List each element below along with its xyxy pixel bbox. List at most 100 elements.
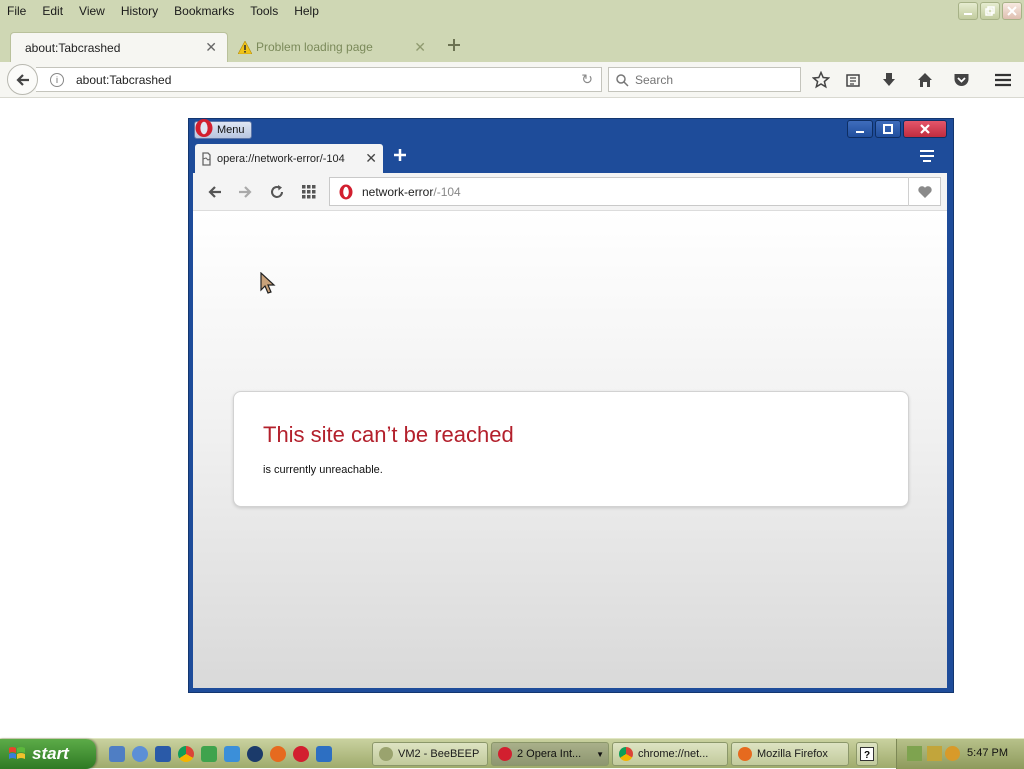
opera-address-bar[interactable]: network-error/-104: [329, 177, 941, 206]
task-label: VM2 - BeeBEEP: [398, 748, 480, 760]
beebeep-icon: [379, 747, 393, 761]
new-tab-button[interactable]: [444, 34, 464, 56]
arrow-right-icon: [239, 186, 252, 198]
url-text[interactable]: about:Tabcrashed: [76, 73, 581, 87]
opera-new-tab-button[interactable]: [393, 146, 407, 167]
reload-icon[interactable]: ↻: [581, 71, 593, 88]
search-input[interactable]: [633, 71, 793, 88]
back-button[interactable]: [7, 64, 38, 95]
hamburger-menu-icon[interactable]: [992, 69, 1014, 91]
reading-list-icon[interactable]: [842, 69, 864, 91]
quicklaunch-network-icon[interactable]: [155, 746, 171, 762]
restore-button[interactable]: [980, 2, 1000, 20]
quicklaunch-ie-icon[interactable]: [109, 746, 125, 762]
close-icon: [920, 124, 930, 134]
task-beebeep[interactable]: VM2 - BeeBEEP: [372, 742, 488, 766]
task-label: chrome://net...: [638, 748, 709, 760]
url-bar[interactable]: i about:Tabcrashed ↻: [36, 67, 602, 92]
quicklaunch-chrome-icon[interactable]: [178, 746, 194, 762]
maximize-icon: [883, 124, 893, 134]
opera-window-controls: [847, 120, 947, 138]
error-card: This site can’t be reached is currently …: [233, 391, 909, 507]
home-icon[interactable]: [914, 69, 936, 91]
opera-tab-label: opera://network-error/-104: [217, 152, 345, 165]
opera-back-button[interactable]: [205, 182, 225, 202]
heart-icon: [917, 185, 932, 198]
opera-logo-icon: [195, 119, 213, 137]
tab-problem-loading[interactable]: Problem loading page ✕: [228, 32, 436, 62]
tab-tabcrashed[interactable]: about:Tabcrashed ✕: [10, 32, 228, 62]
menu-file[interactable]: File: [7, 4, 26, 18]
help-icon: ?: [860, 747, 874, 761]
task-help[interactable]: ?: [856, 742, 878, 766]
start-label: start: [32, 744, 69, 763]
menu-tools[interactable]: Tools: [250, 4, 278, 18]
chevron-down-icon: ▼: [596, 749, 604, 759]
opera-toolbar: network-error/-104: [193, 173, 947, 211]
beebeep-tray-icon[interactable]: [927, 746, 942, 761]
menu-view[interactable]: View: [79, 4, 105, 18]
bookmark-heart-button[interactable]: [908, 177, 940, 206]
task-firefox[interactable]: Mozilla Firefox: [731, 742, 849, 766]
quicklaunch-opera-icon[interactable]: [293, 746, 309, 762]
opera-titlebar: Menu: [189, 119, 953, 141]
menu-history[interactable]: History: [121, 4, 158, 18]
tab-menu-icon[interactable]: [919, 149, 935, 166]
task-opera[interactable]: 2 Opera Int... ▼: [491, 742, 609, 766]
opera-icon: [498, 747, 512, 761]
tab-label: about:Tabcrashed: [25, 40, 121, 55]
firefox-navbar: i about:Tabcrashed ↻: [0, 62, 1024, 98]
windows-flag-icon: [9, 747, 25, 759]
taskbar: start VM2 - BeeBEEP 2 Opera Int... ▼ chr…: [0, 738, 1024, 769]
opera-tabbar: opera://network-error/-104 ✕: [193, 143, 947, 173]
close-tab-icon[interactable]: ✕: [365, 150, 377, 167]
opera-window: Menu opera://network-error/-104 ✕ networ…: [188, 118, 954, 693]
menu-edit[interactable]: Edit: [42, 4, 63, 18]
opera-tab-network-error[interactable]: opera://network-error/-104 ✕: [195, 144, 383, 173]
address-text[interactable]: network-error/-104: [362, 185, 908, 199]
minimize-button[interactable]: [958, 2, 978, 20]
bookmark-star-icon[interactable]: [810, 69, 832, 91]
task-chrome[interactable]: chrome://net...: [612, 742, 728, 766]
quicklaunch-moon-icon[interactable]: [247, 746, 263, 762]
grid-icon: [302, 185, 316, 199]
mouse-cursor-icon: [260, 272, 276, 294]
search-icon: [616, 73, 629, 87]
quicklaunch-app-icon[interactable]: [316, 746, 332, 762]
network-tray-icon[interactable]: [907, 746, 922, 761]
opera-logo-icon: [339, 184, 353, 199]
opera-reload-button[interactable]: [267, 182, 287, 202]
downloads-icon[interactable]: [878, 69, 900, 91]
svg-text:?: ?: [864, 750, 870, 761]
address-main: network-error: [362, 184, 434, 199]
info-icon[interactable]: i: [50, 72, 64, 87]
minimize-icon: [856, 131, 864, 133]
chrome-icon: [619, 747, 633, 761]
close-window-button[interactable]: [1002, 2, 1022, 20]
quicklaunch-refresh-icon[interactable]: [201, 746, 217, 762]
pocket-icon[interactable]: [950, 69, 972, 91]
plus-icon: [394, 149, 406, 161]
opera-forward-button[interactable]: [235, 182, 255, 202]
opera-page-content: This site can’t be reached is currently …: [193, 211, 947, 688]
close-tab-icon[interactable]: ✕: [414, 39, 426, 56]
quicklaunch-firefox-icon[interactable]: [270, 746, 286, 762]
quicklaunch-browser-icon[interactable]: [132, 746, 148, 762]
speed-dial-button[interactable]: [299, 182, 319, 202]
opera-menu-button[interactable]: Menu: [194, 119, 252, 139]
firefox-menubar: File Edit View History Bookmarks Tools H…: [0, 0, 1024, 22]
close-tab-icon[interactable]: ✕: [205, 39, 217, 56]
plus-icon: [448, 39, 460, 51]
opera-minimize-button[interactable]: [847, 120, 873, 138]
clock[interactable]: 5:47 PM: [967, 747, 1008, 759]
search-box[interactable]: [608, 67, 801, 92]
quicklaunch-ie9-icon[interactable]: [224, 746, 240, 762]
tab-label: Problem loading page: [256, 40, 373, 54]
opera-close-button[interactable]: [903, 120, 947, 138]
search-tray-icon[interactable]: [945, 746, 960, 761]
menu-bookmarks[interactable]: Bookmarks: [174, 4, 234, 18]
warning-icon: [238, 40, 252, 54]
opera-maximize-button[interactable]: [875, 120, 901, 138]
menu-help[interactable]: Help: [294, 4, 319, 18]
start-button[interactable]: start: [0, 739, 96, 769]
